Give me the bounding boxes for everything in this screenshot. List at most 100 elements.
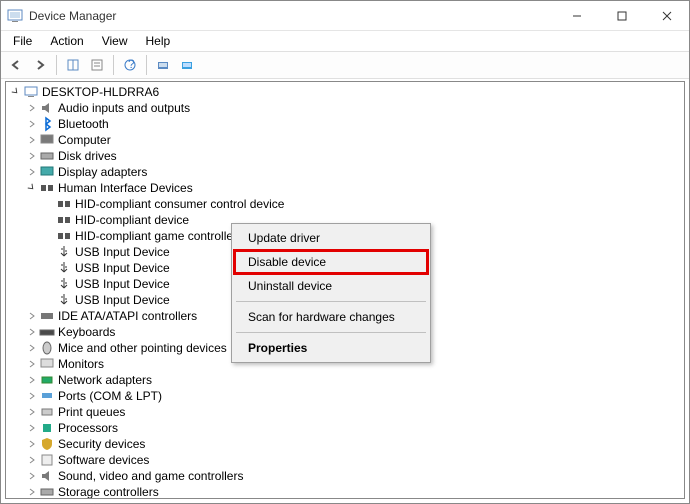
forward-button[interactable] — [29, 54, 51, 76]
tree-node-display[interactable]: Display adapters — [8, 164, 684, 180]
node-label: USB Input Device — [75, 245, 170, 259]
menu-help[interactable]: Help — [138, 32, 179, 50]
bluetooth-icon — [39, 116, 55, 132]
properties-button[interactable] — [86, 54, 108, 76]
monitor-icon — [39, 356, 55, 372]
hid-icon — [39, 180, 55, 196]
pc-icon — [39, 132, 55, 148]
chevron-right-icon[interactable] — [26, 374, 38, 386]
svg-text:?: ? — [128, 58, 135, 71]
titlebar: Device Manager — [1, 1, 689, 31]
disk-icon — [39, 148, 55, 164]
context-menu-separator — [236, 301, 426, 302]
tree-node-security[interactable]: Security devices — [8, 436, 684, 452]
printer-icon — [39, 404, 55, 420]
chevron-right-icon[interactable] — [26, 422, 38, 434]
tree-node-software[interactable]: Software devices — [8, 452, 684, 468]
maximize-button[interactable] — [599, 1, 644, 30]
minimize-button[interactable] — [554, 1, 599, 30]
usb-icon — [56, 260, 72, 276]
chevron-right-icon[interactable] — [26, 470, 38, 482]
display-icon — [39, 164, 55, 180]
node-label: Security devices — [58, 437, 145, 451]
node-label: Computer — [58, 133, 111, 147]
tree-node-computer[interactable]: Computer — [8, 132, 684, 148]
tree-node-ports[interactable]: Ports (COM & LPT) — [8, 388, 684, 404]
node-label: Keyboards — [58, 325, 115, 339]
tree-node-network[interactable]: Network adapters — [8, 372, 684, 388]
tree-node-bluetooth[interactable]: Bluetooth — [8, 116, 684, 132]
window-controls — [554, 1, 689, 30]
menu-action[interactable]: Action — [42, 32, 91, 50]
context-menu-properties[interactable]: Properties — [234, 336, 428, 360]
software-icon — [39, 452, 55, 468]
context-menu-scan-hardware[interactable]: Scan for hardware changes — [234, 305, 428, 329]
speaker-icon — [39, 100, 55, 116]
context-menu: Update driver Disable device Uninstall d… — [231, 223, 431, 363]
node-label: Print queues — [58, 405, 125, 419]
tree-node-printq[interactable]: Print queues — [8, 404, 684, 420]
toolbar-separator — [113, 55, 114, 75]
hid-device-icon — [56, 212, 72, 228]
toolbar: ? — [1, 51, 689, 79]
chevron-right-icon[interactable] — [26, 486, 38, 498]
chevron-down-icon[interactable] — [26, 182, 38, 194]
node-label: HID-compliant device — [75, 213, 189, 227]
help-button[interactable]: ? — [119, 54, 141, 76]
chevron-right-icon[interactable] — [26, 102, 38, 114]
chevron-right-icon[interactable] — [26, 438, 38, 450]
chevron-down-icon[interactable] — [10, 86, 22, 98]
sound-icon — [39, 468, 55, 484]
update-driver-button[interactable] — [176, 54, 198, 76]
node-label: HID-compliant game controller — [75, 229, 237, 243]
storage-icon — [39, 484, 55, 499]
tree-node-sound[interactable]: Sound, video and game controllers — [8, 468, 684, 484]
root-node[interactable]: DESKTOP-HLDRRA6 — [8, 84, 684, 100]
usb-icon — [56, 292, 72, 308]
node-label: USB Input Device — [75, 277, 170, 291]
tree-node-hid[interactable]: Human Interface Devices — [8, 180, 684, 196]
node-label: Audio inputs and outputs — [58, 101, 190, 115]
ide-icon — [39, 308, 55, 324]
chevron-right-icon[interactable] — [26, 134, 38, 146]
node-label: Sound, video and game controllers — [58, 469, 243, 483]
chevron-right-icon[interactable] — [26, 326, 38, 338]
back-button[interactable] — [5, 54, 27, 76]
tree-node-storage[interactable]: Storage controllers — [8, 484, 684, 499]
tree-node-hid-child[interactable]: HID-compliant consumer control device — [8, 196, 684, 212]
ports-icon — [39, 388, 55, 404]
scan-hardware-button[interactable] — [152, 54, 174, 76]
chevron-right-icon[interactable] — [26, 166, 38, 178]
node-label: Software devices — [58, 453, 149, 467]
context-menu-disable-device[interactable]: Disable device — [234, 250, 428, 274]
node-label: Human Interface Devices — [58, 181, 193, 195]
close-button[interactable] — [644, 1, 689, 30]
window-title: Device Manager — [29, 9, 554, 23]
menu-view[interactable]: View — [94, 32, 136, 50]
node-label: Bluetooth — [58, 117, 109, 131]
detail-view-button[interactable] — [62, 54, 84, 76]
chevron-right-icon[interactable] — [26, 390, 38, 402]
chevron-right-icon[interactable] — [26, 342, 38, 354]
context-menu-uninstall-device[interactable]: Uninstall device — [234, 274, 428, 298]
tree-node-processors[interactable]: Processors — [8, 420, 684, 436]
menu-file[interactable]: File — [5, 32, 40, 50]
shield-icon — [39, 436, 55, 452]
usb-icon — [56, 244, 72, 260]
node-label: HID-compliant consumer control device — [75, 197, 284, 211]
toolbar-separator — [146, 55, 147, 75]
chevron-right-icon[interactable] — [26, 406, 38, 418]
chevron-right-icon[interactable] — [26, 310, 38, 322]
chevron-right-icon[interactable] — [26, 118, 38, 130]
context-menu-update-driver[interactable]: Update driver — [234, 226, 428, 250]
node-label: Processors — [58, 421, 118, 435]
chip-icon — [39, 420, 55, 436]
hid-device-icon — [56, 228, 72, 244]
chevron-right-icon[interactable] — [26, 358, 38, 370]
chevron-right-icon[interactable] — [26, 150, 38, 162]
chevron-right-icon[interactable] — [26, 454, 38, 466]
menubar: File Action View Help — [1, 31, 689, 51]
tree-node-disk[interactable]: Disk drives — [8, 148, 684, 164]
tree-node-audio[interactable]: Audio inputs and outputs — [8, 100, 684, 116]
node-label: Display adapters — [58, 165, 147, 179]
